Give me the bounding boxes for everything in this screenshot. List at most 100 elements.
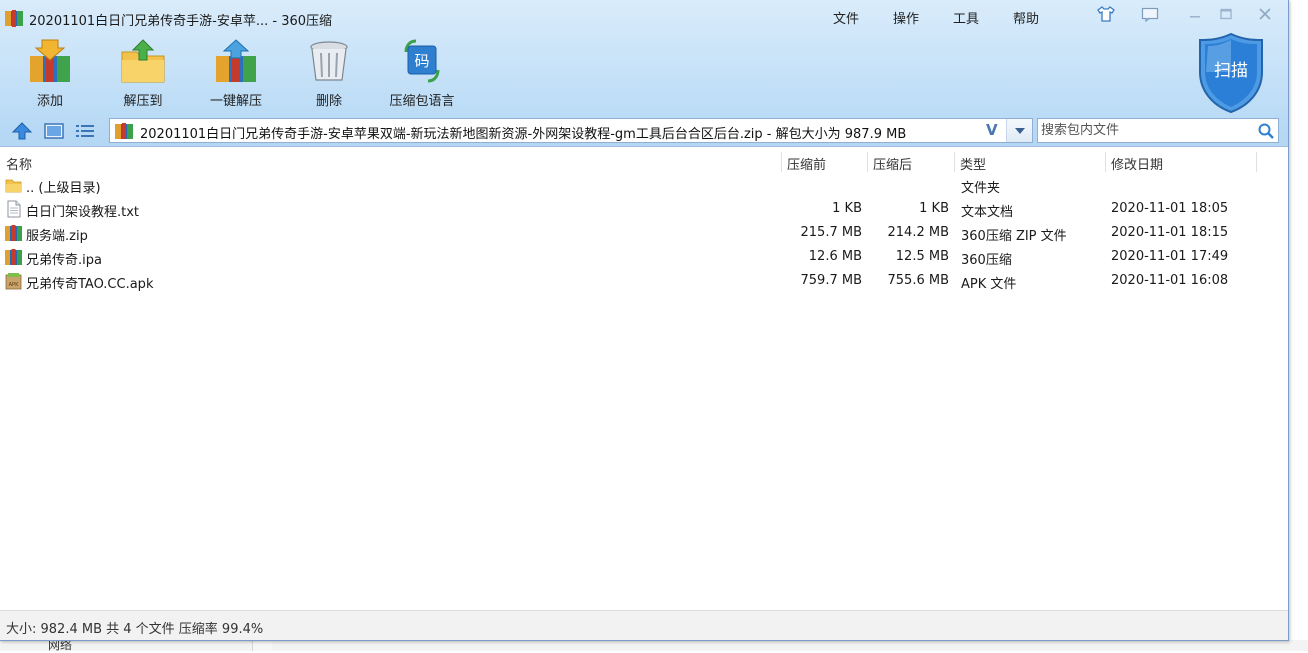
one-click-extract-button[interactable]: 一键解压 bbox=[191, 38, 281, 110]
file-type: APK 文件 bbox=[961, 277, 1017, 292]
window-chrome: 20201101白日门兄弟传奇手游-安卓苹... - 360压缩 文件 操作 工… bbox=[0, 0, 1288, 147]
menu-tools[interactable]: 工具 bbox=[953, 8, 979, 27]
table-row[interactable]: 服务端.zip 215.7 MB 214.2 MB 360压缩 ZIP 文件 2… bbox=[0, 221, 1288, 245]
trash-icon bbox=[310, 41, 348, 81]
svg-text:码: 码 bbox=[414, 52, 429, 70]
chevron-down-icon bbox=[1014, 127, 1025, 134]
maximize-button[interactable] bbox=[1215, 4, 1237, 24]
add-button[interactable]: 添加 bbox=[5, 38, 95, 110]
size-after: 12.5 MB bbox=[895, 249, 949, 264]
arrow-up-icon bbox=[11, 122, 33, 140]
file-name: 兄弟传奇.ipa bbox=[26, 253, 102, 268]
modified-date: 2020-11-01 18:15 bbox=[1111, 225, 1229, 240]
column-divider[interactable] bbox=[781, 152, 782, 172]
menu-file[interactable]: 文件 bbox=[833, 8, 859, 27]
text-file-icon bbox=[7, 200, 21, 218]
thumbnail-view-button[interactable] bbox=[42, 120, 66, 142]
archive-icon bbox=[5, 225, 22, 241]
column-name-header[interactable]: 名称 bbox=[6, 154, 32, 173]
search-icon[interactable] bbox=[1257, 122, 1275, 140]
search-box bbox=[1037, 118, 1279, 143]
modified-date: 2020-11-01 17:49 bbox=[1111, 249, 1229, 264]
size-before: 759.7 MB bbox=[800, 273, 862, 288]
folder-icon bbox=[5, 179, 22, 193]
window-title: 20201101白日门兄弟传奇手游-安卓苹... - 360压缩 bbox=[29, 14, 333, 29]
column-divider[interactable] bbox=[954, 152, 955, 172]
column-before-header[interactable]: 压缩前 bbox=[787, 154, 826, 173]
extract-folder-icon bbox=[121, 39, 165, 83]
list-header: 名称 压缩前 压缩后 类型 修改日期 bbox=[0, 150, 1288, 173]
up-folder-button[interactable] bbox=[10, 120, 34, 142]
size-after: 1 KB bbox=[919, 201, 949, 216]
title-bar: 20201101白日门兄弟传奇手游-安卓苹... - 360压缩 文件 操作 工… bbox=[0, 0, 1288, 34]
column-divider[interactable] bbox=[1105, 152, 1106, 172]
close-button[interactable] bbox=[1254, 4, 1276, 24]
one-click-extract-icon bbox=[216, 39, 256, 82]
column-after-header[interactable]: 压缩后 bbox=[873, 154, 912, 173]
file-name: 白日门架设教程.txt bbox=[26, 205, 140, 220]
file-type: 360压缩 bbox=[961, 253, 1012, 268]
column-divider[interactable] bbox=[1256, 152, 1257, 172]
minimize-icon bbox=[1190, 16, 1200, 18]
modified-date: 2020-11-01 16:08 bbox=[1111, 273, 1229, 288]
minimize-button[interactable] bbox=[1184, 4, 1206, 24]
add-label: 添加 bbox=[36, 94, 63, 109]
app-icon bbox=[5, 10, 23, 27]
maximize-icon bbox=[1220, 8, 1232, 20]
scan-button[interactable]: 扫描 bbox=[1196, 32, 1266, 114]
file-type: 文件夹 bbox=[961, 181, 1001, 196]
address-bar: 20201101白日门兄弟传奇手游-安卓苹果双端-新玩法新地图新资源-外网架设教… bbox=[0, 116, 1288, 146]
scan-label: 扫描 bbox=[1214, 61, 1248, 81]
detail-view-button[interactable] bbox=[73, 120, 97, 142]
one-click-extract-label: 一键解压 bbox=[209, 94, 262, 109]
close-icon bbox=[1259, 8, 1271, 20]
file-list: .. (上级目录) 文件夹 白日门架设教程.txt 1 KB 1 KB 文本文档… bbox=[0, 173, 1288, 293]
table-row[interactable]: 白日门架设教程.txt 1 KB 1 KB 文本文档 2020-11-01 18… bbox=[0, 197, 1288, 221]
verify-mark[interactable]: V bbox=[986, 121, 998, 139]
desktop-taskbar-strip: 网络 bbox=[0, 638, 1308, 652]
size-before: 215.7 MB bbox=[800, 225, 862, 240]
list-view-icon bbox=[76, 125, 94, 137]
path-history-dropdown[interactable] bbox=[1006, 119, 1032, 142]
shirt-icon bbox=[1097, 6, 1115, 22]
archive-path-field[interactable]: 20201101白日门兄弟传奇手游-安卓苹果双端-新玩法新地图新资源-外网架设教… bbox=[109, 118, 1033, 143]
extract-to-button[interactable]: 解压到 bbox=[98, 38, 188, 110]
file-type: 文本文档 bbox=[961, 205, 1014, 220]
file-name: 兄弟传奇TAO.CC.apk bbox=[26, 277, 154, 292]
large-icon-view-icon bbox=[44, 123, 64, 139]
svg-text:APK: APK bbox=[9, 282, 19, 288]
archive-language-label: 压缩包语言 bbox=[389, 94, 455, 109]
file-type: 360压缩 ZIP 文件 bbox=[961, 229, 1067, 244]
table-row[interactable]: 兄弟传奇.ipa 12.6 MB 12.5 MB 360压缩 2020-11-0… bbox=[0, 245, 1288, 269]
table-row[interactable]: APK 兄弟传奇TAO.CC.apk 759.7 MB 755.6 MB APK… bbox=[0, 269, 1288, 293]
search-input[interactable] bbox=[1041, 121, 1255, 140]
column-modified-header[interactable]: 修改日期 bbox=[1111, 154, 1163, 173]
archive-icon bbox=[115, 123, 133, 139]
archive-window: 20201101白日门兄弟传奇手游-安卓苹... - 360压缩 文件 操作 工… bbox=[0, 0, 1289, 641]
feedback-button[interactable] bbox=[1139, 4, 1161, 24]
status-text: 大小: 982.4 MB 共 4 个文件 压缩率 99.4% bbox=[6, 622, 264, 637]
size-before: 1 KB bbox=[832, 201, 862, 216]
delete-label: 删除 bbox=[315, 94, 342, 109]
apk-icon: APK bbox=[5, 273, 22, 290]
skin-button[interactable] bbox=[1095, 4, 1117, 24]
menu-operate[interactable]: 操作 bbox=[893, 8, 919, 27]
archive-path-text: 20201101白日门兄弟传奇手游-安卓苹果双端-新玩法新地图新资源-外网架设教… bbox=[140, 127, 907, 142]
file-name: 服务端.zip bbox=[26, 229, 88, 244]
modified-date: 2020-11-01 18:05 bbox=[1111, 201, 1229, 216]
menu-help[interactable]: 帮助 bbox=[1013, 8, 1039, 27]
add-archive-icon bbox=[30, 39, 70, 82]
file-name: .. (上级目录) bbox=[26, 181, 101, 196]
size-after: 755.6 MB bbox=[887, 273, 949, 288]
encoding-icon: 码 bbox=[404, 39, 440, 83]
message-icon bbox=[1141, 7, 1159, 22]
shield-icon: 扫描 bbox=[1199, 32, 1263, 114]
delete-button[interactable]: 删除 bbox=[284, 38, 374, 110]
size-after: 214.2 MB bbox=[887, 225, 949, 240]
column-divider[interactable] bbox=[867, 152, 868, 172]
column-type-header[interactable]: 类型 bbox=[960, 154, 986, 173]
table-row[interactable]: .. (上级目录) 文件夹 bbox=[0, 173, 1288, 197]
extract-to-label: 解压到 bbox=[123, 94, 163, 109]
size-before: 12.6 MB bbox=[808, 249, 862, 264]
archive-language-button[interactable]: 码 压缩包语言 bbox=[377, 38, 467, 110]
